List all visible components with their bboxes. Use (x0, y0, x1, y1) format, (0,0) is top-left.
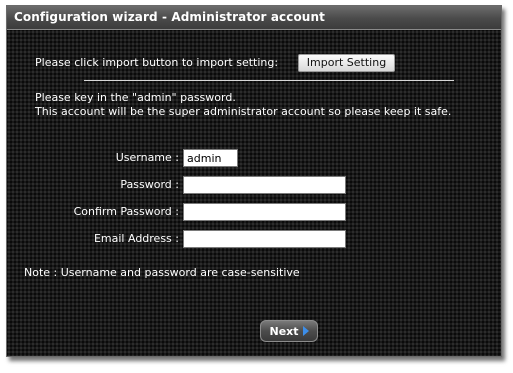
arrow-right-icon (302, 326, 309, 336)
password-label: Password : (120, 178, 179, 191)
title-bar: Configuration wizard - Administrator acc… (7, 6, 501, 30)
confirm-password-label: Confirm Password : (73, 205, 179, 218)
instruction-line-1: Please key in the "admin" password. (35, 91, 236, 104)
next-button-label: Next (269, 324, 299, 338)
instruction-line-2: This account will be the super administr… (35, 105, 452, 118)
dialog-title: Configuration wizard - Administrator acc… (14, 10, 325, 24)
password-field[interactable] (183, 176, 346, 194)
confirm-password-field[interactable] (183, 203, 346, 221)
email-field[interactable] (183, 230, 346, 248)
username-field[interactable] (183, 149, 238, 167)
import-setting-button[interactable]: Import Setting (298, 54, 395, 72)
username-label: Username : (115, 151, 179, 164)
email-label: Email Address : (93, 232, 179, 245)
wizard-dialog: Configuration wizard - Administrator acc… (6, 5, 502, 357)
case-sensitive-note: Note : Username and password are case-se… (24, 266, 300, 279)
next-button[interactable]: Next (260, 320, 318, 342)
divider (84, 80, 454, 81)
import-prompt: Please click import button to import set… (35, 56, 279, 69)
